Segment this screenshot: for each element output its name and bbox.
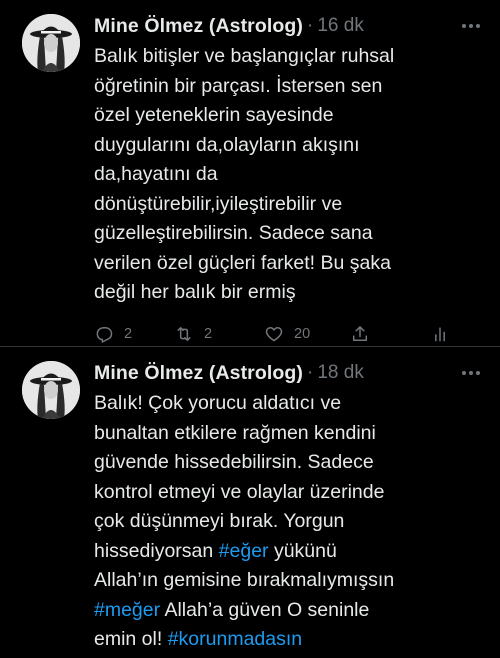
text-line: öğretinin bir parçası. İstersen sen xyxy=(94,74,383,97)
time-separator: · xyxy=(307,15,314,36)
text-line: değil her balık bir ermiş xyxy=(94,281,296,303)
text-line: güvende hissedebilirsin. Sadece xyxy=(94,451,374,473)
author-name[interactable]: Mine Ölmez (Astrolog) xyxy=(94,362,303,385)
text-line: da,hayatını da xyxy=(94,163,218,185)
hashtag-meger[interactable]: #meğer xyxy=(94,599,160,621)
time-separator: · xyxy=(307,362,314,383)
share-icon xyxy=(353,325,367,341)
timestamp[interactable]: 16 dk xyxy=(317,15,363,37)
share-button[interactable] xyxy=(350,324,430,344)
timestamp[interactable]: 18 dk xyxy=(317,362,363,384)
text-line: Allah’ın gemisine bırakmalıymışsın xyxy=(94,569,395,591)
text-line: Balık! Çok yorucu aldatıcı ve xyxy=(94,392,342,414)
avatar[interactable] xyxy=(22,14,80,72)
like-icon xyxy=(265,326,283,341)
analytics-button[interactable] xyxy=(430,324,450,344)
avatar-image xyxy=(22,361,80,419)
tweet-actions: 2 2 20 xyxy=(94,322,484,346)
avatar-image xyxy=(22,14,80,72)
reply-button[interactable]: 2 xyxy=(94,324,174,344)
analytics-icon xyxy=(435,326,445,341)
tweet-text: Balık bitişler ve başlangıçlar ruhsal öğr… xyxy=(94,42,484,308)
text-line: güzelleştirebilirsin. Sadece sana xyxy=(94,222,373,244)
tweet-1[interactable]: Mine Ölmez (Astrolog) · 16 dk Balık biti… xyxy=(0,0,500,346)
text-line: dönüştürebilir,iyileştirebilir ve xyxy=(94,192,343,215)
author-name[interactable]: Mine Ölmez (Astrolog) xyxy=(94,15,303,38)
text-line: verilen özel güçleri farket! Bu şaka xyxy=(94,251,391,274)
text-line: Balık bitişler ve başlangıçlar ruhsal xyxy=(94,45,395,67)
more-icon[interactable] xyxy=(462,16,480,36)
retweet-icon xyxy=(177,326,191,341)
text-line: hissediyorsan #eğer yükünü xyxy=(94,537,474,567)
text-segment: hissediyorsan xyxy=(94,539,219,562)
text-line: emin ol! #korunmadasın xyxy=(94,625,474,655)
reply-count: 2 xyxy=(124,325,133,342)
text-line: bunaltan etkilere rağmen kendini xyxy=(94,421,376,444)
text-line: çok düşünmeyi bırak. Yorgun xyxy=(94,510,345,532)
retweet-button[interactable]: 2 xyxy=(174,324,264,344)
text-line: kontrol etmeyi ve olaylar üzerinde xyxy=(94,480,385,503)
more-icon[interactable] xyxy=(462,363,480,383)
text-segment: Allah’a güven O seninle xyxy=(160,598,370,621)
text-segment: yükünü xyxy=(268,539,337,562)
text-line: duygularını da,olayların akışını xyxy=(94,133,360,156)
like-count: 20 xyxy=(294,325,311,342)
like-button[interactable]: 20 xyxy=(264,324,350,344)
hashtag-korunmadasin[interactable]: #korunmadasın xyxy=(168,628,302,650)
tweet-2[interactable]: Mine Ölmez (Astrolog) · 18 dk Balık! Çok… xyxy=(0,347,500,655)
retweet-count: 2 xyxy=(204,325,213,342)
hashtag-eger[interactable]: #eğer xyxy=(219,540,269,562)
reply-icon xyxy=(96,326,113,343)
tweet-text: Balık! Çok yorucu aldatıcı ve bunaltan et… xyxy=(94,389,484,655)
avatar[interactable] xyxy=(22,361,80,419)
text-line: özel yeteneklerin sayesinde xyxy=(94,104,334,126)
text-segment: emin ol! xyxy=(94,628,168,650)
text-line: #meğer Allah’a güven O seninle xyxy=(94,596,474,626)
